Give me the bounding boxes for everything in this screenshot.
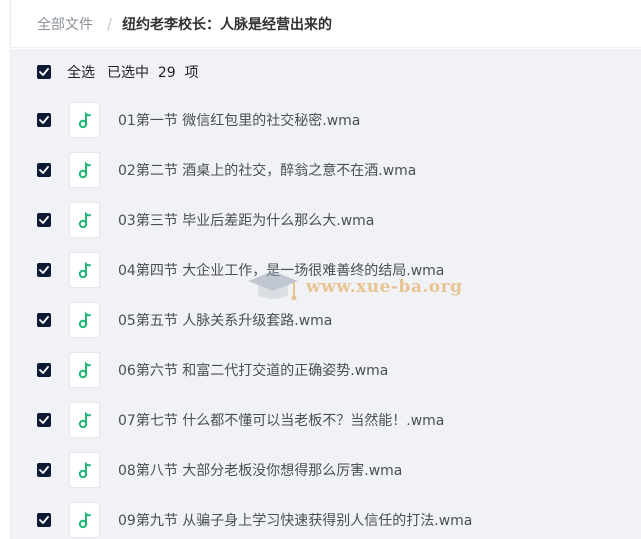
checkmark-icon: [39, 266, 49, 274]
music-file-icon: [69, 252, 100, 288]
file-checkbox[interactable]: [37, 463, 51, 477]
file-name[interactable]: 04第四节 大企业工作，是一场很难善终的结局.wma: [118, 260, 444, 280]
file-row[interactable]: 02第二节 酒桌上的社交，醉翁之意不在酒.wma: [11, 145, 641, 195]
checkmark-icon: [39, 416, 49, 424]
file-name[interactable]: 09第九节 从骗子身上学习快速获得别人信任的打法.wma: [118, 510, 472, 530]
music-file-icon: [69, 402, 100, 438]
music-note-icon: [78, 311, 91, 329]
file-checkbox[interactable]: [37, 513, 51, 527]
file-row[interactable]: 05第五节 人脉关系升级套路.wma: [11, 295, 641, 345]
file-name[interactable]: 07第七节 什么都不懂可以当老板不？当然能！.wma: [118, 410, 444, 430]
music-file-icon: [69, 502, 100, 538]
music-note-icon: [78, 361, 91, 379]
music-note-icon: [78, 511, 91, 529]
select-all-checkbox[interactable]: [37, 65, 51, 79]
file-name[interactable]: 03第三节 毕业后差距为什么那么大.wma: [118, 210, 374, 230]
music-note-icon: [78, 161, 91, 179]
file-checkbox[interactable]: [37, 163, 51, 177]
selected-count-text: 已选中 29 项: [107, 65, 199, 81]
music-note-icon: [78, 211, 91, 229]
checkmark-icon: [39, 466, 49, 474]
checkmark-icon: [39, 516, 49, 524]
select-all-bar: 全选 已选中 29 项: [11, 49, 641, 95]
file-name[interactable]: 06第六节 和富二代打交道的正确姿势.wma: [118, 360, 388, 380]
file-name[interactable]: 08第八节 大部分老板没你想得那么厉害.wma: [118, 460, 402, 480]
music-file-icon: [69, 352, 100, 388]
file-name[interactable]: 01第一节 微信红包里的社交秘密.wma: [118, 110, 360, 130]
breadcrumb: 全部文件 / 纽约老李校长：人脉是经营出来的: [11, 0, 641, 48]
music-file-icon: [69, 202, 100, 238]
music-file-icon: [69, 102, 100, 138]
file-checkbox[interactable]: [37, 263, 51, 277]
file-row[interactable]: 04第四节 大企业工作，是一场很难善终的结局.wma: [11, 245, 641, 295]
music-file-icon: [69, 302, 100, 338]
checkmark-icon: [39, 68, 49, 76]
select-all-label[interactable]: 全选: [67, 62, 95, 82]
music-file-icon: [69, 452, 100, 488]
file-checkbox[interactable]: [37, 313, 51, 327]
file-row[interactable]: 01第一节 微信红包里的社交秘密.wma: [11, 95, 641, 145]
breadcrumb-current-folder: 纽约老李校长：人脉是经营出来的: [122, 16, 333, 33]
checkmark-icon: [39, 366, 49, 374]
music-note-icon: [78, 261, 91, 279]
file-rows: 01第一节 微信红包里的社交秘密.wma 02第二节 酒桌上的社交，醉翁之意不在酒…: [11, 95, 641, 539]
music-note-icon: [78, 111, 91, 129]
file-row[interactable]: 07第七节 什么都不懂可以当老板不？当然能！.wma: [11, 395, 641, 445]
breadcrumb-separator: /: [107, 14, 113, 33]
file-list: 全选 已选中 29 项 01第一节 微信红包里的社交秘密.wma 02第二节 酒桌…: [11, 49, 641, 539]
file-row[interactable]: 08第八节 大部分老板没你想得那么厉害.wma: [11, 445, 641, 495]
file-checkbox[interactable]: [37, 113, 51, 127]
checkmark-icon: [39, 166, 49, 174]
checkmark-icon: [39, 116, 49, 124]
music-note-icon: [78, 411, 91, 429]
checkmark-icon: [39, 216, 49, 224]
file-row[interactable]: 03第三节 毕业后差距为什么那么大.wma: [11, 195, 641, 245]
file-name[interactable]: 05第五节 人脉关系升级套路.wma: [118, 310, 332, 330]
breadcrumb-root-link[interactable]: 全部文件: [37, 14, 93, 34]
file-browser: 全部文件 / 纽约老李校长：人脉是经营出来的 全选 已选中 29 项 01第一节…: [10, 0, 641, 539]
file-checkbox[interactable]: [37, 363, 51, 377]
file-name[interactable]: 02第二节 酒桌上的社交，醉翁之意不在酒.wma: [118, 160, 416, 180]
file-checkbox[interactable]: [37, 413, 51, 427]
checkmark-icon: [39, 316, 49, 324]
music-file-icon: [69, 152, 100, 188]
file-row[interactable]: 06第六节 和富二代打交道的正确姿势.wma: [11, 345, 641, 395]
file-row[interactable]: 09第九节 从骗子身上学习快速获得别人信任的打法.wma: [11, 495, 641, 539]
music-note-icon: [78, 461, 91, 479]
file-checkbox[interactable]: [37, 213, 51, 227]
